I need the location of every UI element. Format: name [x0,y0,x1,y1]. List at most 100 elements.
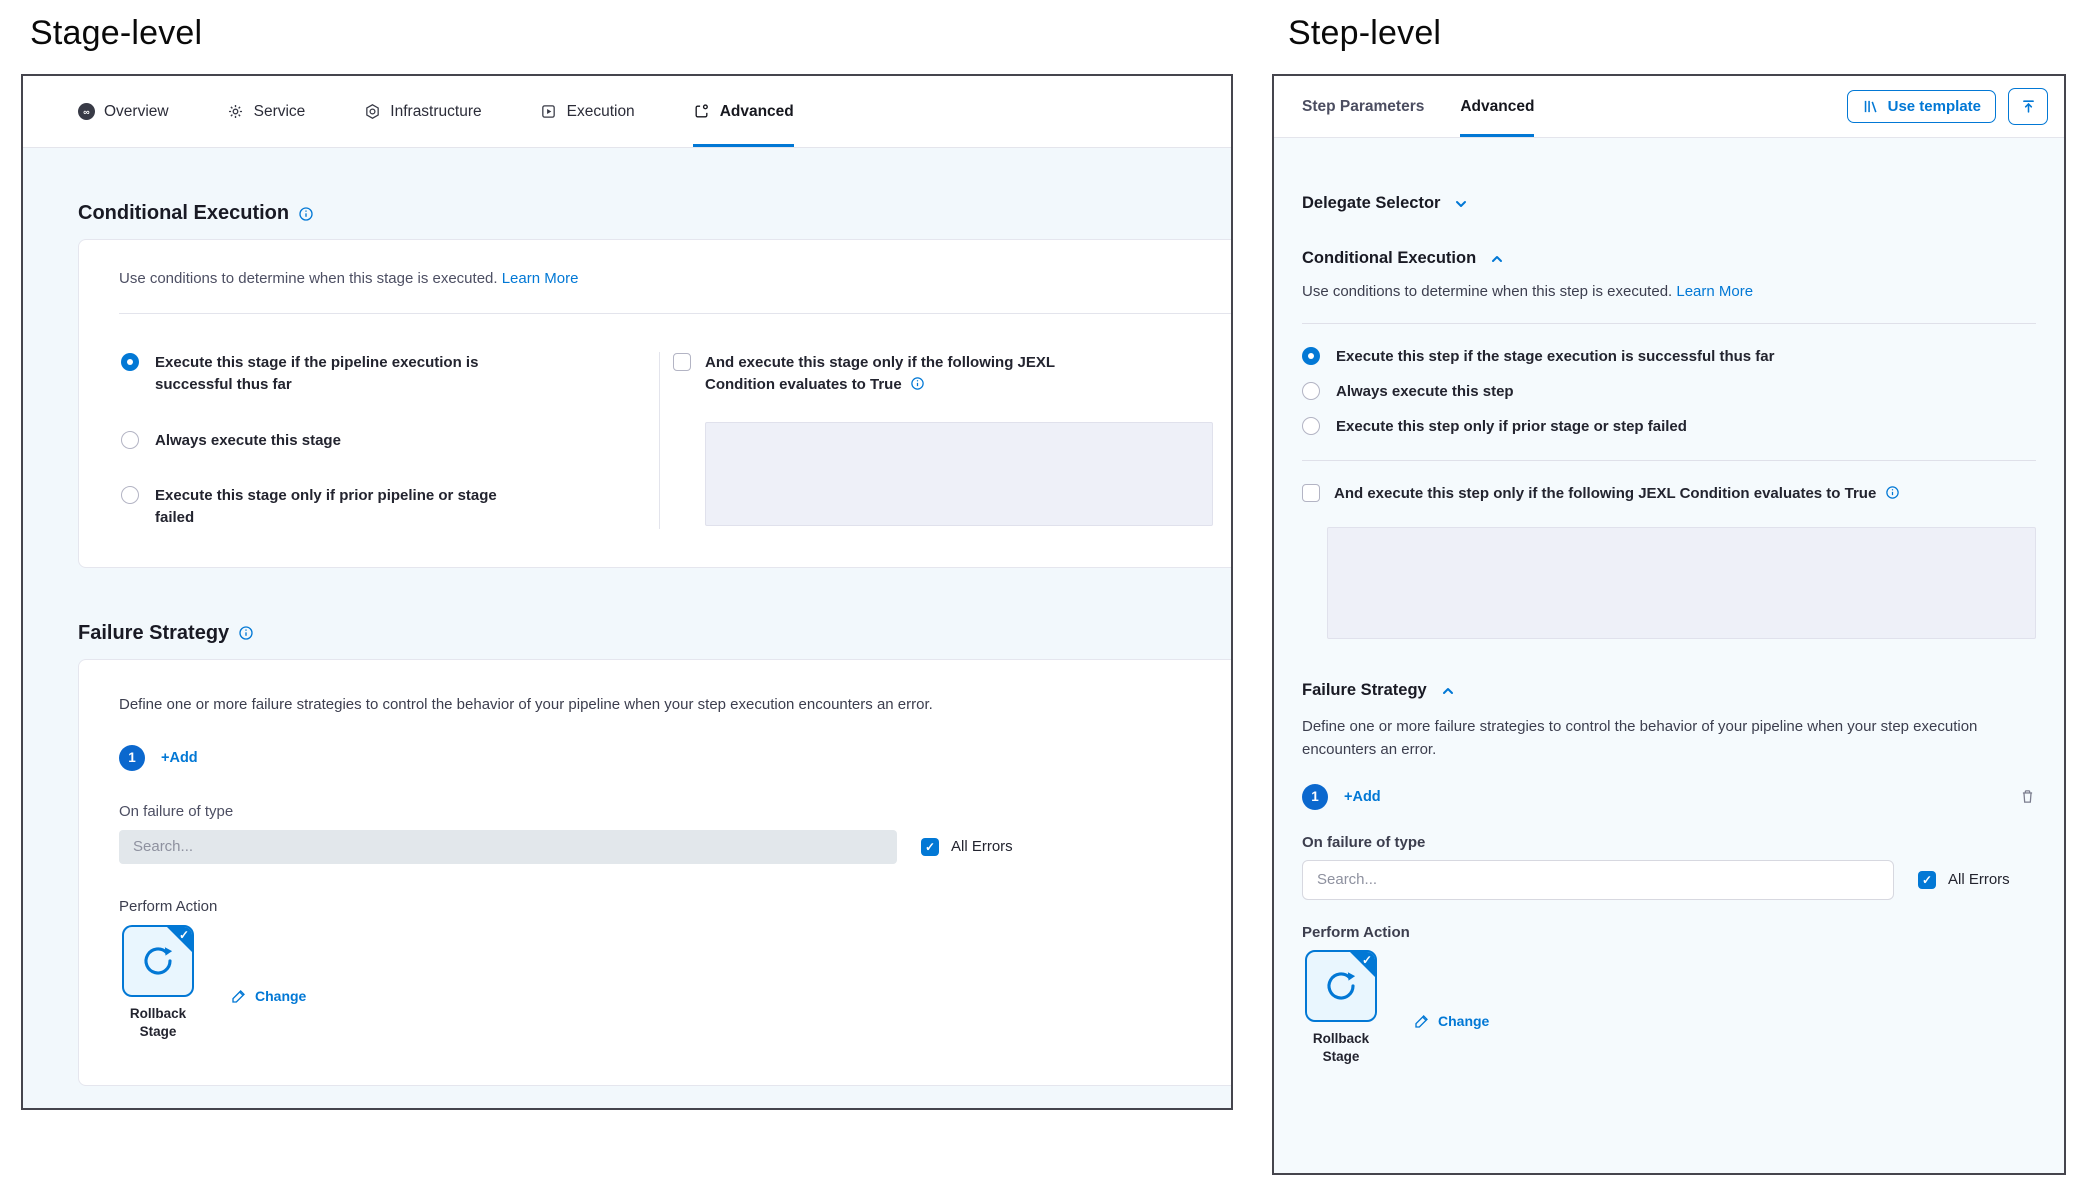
tab-label: Advanced [720,103,794,121]
radio-selected[interactable] [1302,347,1320,365]
strategy-count-badge[interactable]: 1 [1302,784,1328,810]
all-errors-checkbox[interactable]: ✓ [921,838,939,856]
failure-strategy-title: Failure Strategy [78,622,1231,645]
step-conditional-execution-header[interactable]: Conditional Execution [1302,249,2036,268]
divider [1302,460,2036,461]
conditional-execution-title: Conditional Execution [78,202,1231,225]
step-conditional-description: Use conditions to determine when this st… [1302,283,2036,300]
radio-unselected[interactable] [121,486,139,504]
library-icon [1862,98,1879,115]
info-icon[interactable] [1885,485,1900,500]
chevron-down-icon [1453,196,1469,212]
all-errors-label: All Errors [951,838,1013,855]
section-title-text: Conditional Execution [78,202,289,225]
stage-tabbar: ∞ Overview Service Infrastructure Execu [23,76,1231,148]
failure-strategy-description: Define one or more failure strategies to… [119,696,1233,713]
step-jexl-condition-textarea[interactable] [1327,527,2036,639]
jexl-label: And execute this step only if the follow… [1334,483,1900,505]
tab-step-parameters[interactable]: Step Parameters [1302,76,1424,137]
conditional-execution-card: Use conditions to determine when this st… [78,239,1233,568]
step-failure-strategy-header[interactable]: Failure Strategy [1302,681,2036,700]
change-action-link[interactable]: Change [1414,976,1489,1066]
radio-option-prior-failed[interactable]: Execute this stage only if prior pipelin… [121,485,659,529]
radio-selected[interactable] [121,353,139,371]
all-errors-checkbox-row[interactable]: ✓ All Errors [1918,870,2010,889]
failure-strategy-card: Define one or more failure strategies to… [78,659,1233,1086]
info-icon[interactable] [298,206,314,222]
radio-label: Always execute this stage [155,430,341,452]
pencil-icon [1414,1013,1430,1029]
step-strategy-badge-row: 1 +Add [1302,784,2036,810]
radio-option-always-execute-step[interactable]: Always execute this step [1302,381,2036,403]
all-errors-checkbox-row[interactable]: ✓ All Errors [921,837,1013,856]
add-strategy-button[interactable]: +Add [1344,789,1381,805]
info-icon[interactable] [910,376,925,391]
all-errors-checkbox[interactable]: ✓ [1918,871,1936,889]
strategy-count-badge[interactable]: 1 [119,745,145,771]
action-tile-wrap: ✓ Rollback Stage [1302,950,1380,1066]
radio-label: Execute this stage if the pipeline execu… [155,352,527,396]
rollback-stage-tile[interactable]: ✓ [122,925,194,997]
radio-option-pipeline-successful[interactable]: Execute this stage if the pipeline execu… [121,352,659,396]
jexl-condition-textarea[interactable] [705,422,1213,526]
jexl-checkbox[interactable] [1302,484,1320,502]
chevron-up-icon [1440,683,1456,699]
action-name: Rollback Stage [1302,1030,1380,1066]
radio-option-always-execute[interactable]: Always execute this stage [121,430,659,452]
trash-icon [2019,788,2036,805]
tab-overview[interactable]: ∞ Overview [78,76,169,147]
tab-label: Service [254,103,306,121]
jexl-condition-column: And execute this stage only if the follo… [660,352,1233,529]
radio-unselected[interactable] [1302,382,1320,400]
radio-label: Execute this stage only if prior pipelin… [155,485,527,529]
failure-type-row: ✓ All Errors [119,830,1233,864]
description-text: Use conditions to determine when this st… [119,270,498,287]
save-as-template-button[interactable] [2008,88,2048,125]
stage-level-heading: Stage-level [30,14,202,53]
tab-step-advanced[interactable]: Advanced [1460,76,1534,137]
radio-unselected[interactable] [1302,417,1320,435]
learn-more-link[interactable]: Learn More [502,270,579,287]
use-template-label: Use template [1888,98,1981,115]
radio-option-stage-successful[interactable]: Execute this step if the stage execution… [1302,346,2036,368]
radio-option-prior-step-failed[interactable]: Execute this step only if prior stage or… [1302,416,2036,438]
delegate-selector-header[interactable]: Delegate Selector [1302,194,2036,213]
failure-type-search-input[interactable] [119,830,897,864]
add-strategy-button[interactable]: +Add [161,750,198,766]
gear-icon [227,103,245,121]
conditional-execution-columns: Execute this stage if the pipeline execu… [107,352,1233,529]
advanced-icon [693,103,711,121]
tab-infrastructure[interactable]: Infrastructure [363,76,481,147]
tab-advanced[interactable]: Advanced [693,76,794,147]
change-action-link[interactable]: Change [231,951,306,1041]
conditional-execution-title: Conditional Execution [1302,249,1476,268]
all-errors-label: All Errors [1948,871,2010,888]
info-icon[interactable] [238,625,254,641]
perform-action-row: ✓ Rollback Stage Change [119,925,1233,1041]
on-failure-label: On failure of type [119,803,1233,820]
learn-more-link[interactable]: Learn More [1676,283,1753,300]
rollback-stage-tile[interactable]: ✓ [1305,950,1377,1022]
on-failure-label: On failure of type [1302,834,2036,851]
tab-label: Execution [567,103,635,121]
delete-strategy-button[interactable] [2019,788,2036,805]
tab-execution[interactable]: Execution [540,76,635,147]
use-template-button[interactable]: Use template [1847,90,1996,123]
header-spacer [1570,76,1846,137]
step-failure-strategy-description: Define one or more failure strategies to… [1302,715,2008,762]
stage-content: Conditional Execution Use conditions to … [23,148,1231,1108]
jexl-checkbox[interactable] [673,353,691,371]
failure-type-search-input[interactable] [1302,860,1894,900]
step-content: Delegate Selector Conditional Execution … [1274,138,2064,1173]
radio-unselected[interactable] [121,431,139,449]
change-label: Change [1438,1013,1489,1029]
check-icon: ✓ [925,840,935,854]
action-tile-wrap: ✓ Rollback Stage [119,925,197,1041]
description-text: Use conditions to determine when this st… [1302,283,1672,300]
perform-action-label: Perform Action [119,898,1233,915]
jexl-condition-checkbox-row[interactable]: And execute this stage only if the follo… [673,352,1233,396]
section-title-text: Failure Strategy [78,622,229,645]
perform-action-label: Perform Action [1302,924,2036,941]
tab-service[interactable]: Service [227,76,306,147]
step-jexl-condition-checkbox-row[interactable]: And execute this step only if the follow… [1302,483,2036,505]
